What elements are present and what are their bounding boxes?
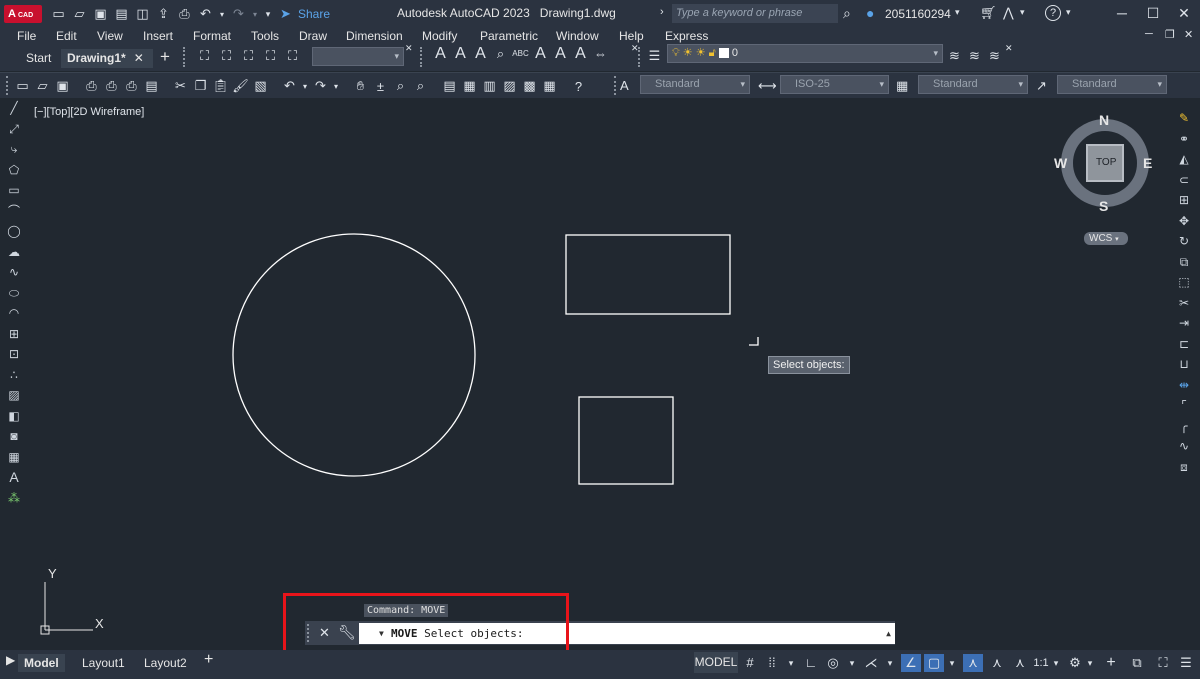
pickbox-cursor <box>749 337 759 346</box>
drawn-square[interactable] <box>578 396 674 485</box>
customization-menu-icon[interactable]: ☰ <box>1177 654 1195 672</box>
auto-scale-icon[interactable]: ⋏ <box>987 654 1007 672</box>
polar-dropdown-icon[interactable]: ▾ <box>846 654 858 672</box>
highlight-annotation-box <box>283 593 569 653</box>
command-history-toggle-icon[interactable]: ▲ <box>886 623 891 644</box>
ucs-x-label: X <box>95 616 104 631</box>
drawing-canvas <box>40 119 1149 635</box>
model-space-button[interactable]: MODEL <box>694 652 738 673</box>
ucs-y-label: Y <box>48 566 57 581</box>
wcs-label: WCS <box>1089 233 1113 244</box>
viewcube-south[interactable]: S <box>1099 198 1108 214</box>
isodraft-icon[interactable]: ⋌ <box>862 654 880 672</box>
workspace-gear-icon[interactable]: ⚙ <box>1066 654 1084 672</box>
object-snap-icon[interactable]: ▢ <box>924 654 944 672</box>
select-objects-tooltip: Select objects: <box>768 356 850 374</box>
annotation-visibility-icon[interactable]: ⋏ <box>963 654 983 672</box>
new-layout-button[interactable]: + <box>204 651 213 669</box>
tab-layout1[interactable]: Layout1 <box>76 654 131 672</box>
workspace-dropdown-icon[interactable]: ▾ <box>1085 654 1095 672</box>
tab-layout2[interactable]: Layout2 <box>138 654 193 672</box>
annotation-scale-value[interactable]: 1:1 <box>1031 654 1051 672</box>
wcs-menu[interactable]: WCS ▾ <box>1084 232 1128 245</box>
grid-icon[interactable]: # <box>741 654 759 672</box>
ucs-icon <box>40 582 93 635</box>
polar-tracking-icon[interactable]: ◎ <box>824 654 842 672</box>
drawn-circle[interactable] <box>232 233 476 477</box>
layout-nav-icon[interactable]: ▶ <box>6 653 15 667</box>
viewcube-east[interactable]: E <box>1143 155 1152 171</box>
infer-constraints-icon[interactable]: ∟ <box>802 654 820 672</box>
viewcube-top-face[interactable]: TOP <box>1096 157 1116 168</box>
viewcube-west[interactable]: W <box>1054 155 1067 171</box>
tab-model[interactable]: Model <box>18 654 65 672</box>
drawn-rectangle[interactable] <box>565 234 731 315</box>
snap-dropdown-icon[interactable]: ▾ <box>785 654 797 672</box>
scale-dropdown-icon[interactable]: ▾ <box>1051 654 1061 672</box>
osnap-dropdown-icon[interactable]: ▾ <box>946 654 958 672</box>
object-snap-tracking-icon[interactable]: ∠ <box>901 654 921 672</box>
annotation-scale-icon[interactable]: ⋏ <box>1010 654 1030 672</box>
clean-screen-icon[interactable]: ⛶ <box>1154 654 1172 672</box>
snap-icon[interactable]: ⁞⁞ <box>763 654 781 672</box>
isodraft-dropdown-icon[interactable]: ▾ <box>884 654 896 672</box>
viewcube-north[interactable]: N <box>1099 112 1109 128</box>
annotation-monitor-icon[interactable]: + <box>1102 654 1120 672</box>
chevron-down-icon: ▾ <box>1115 236 1119 243</box>
isolate-objects-icon[interactable]: ⧉ <box>1128 654 1146 672</box>
